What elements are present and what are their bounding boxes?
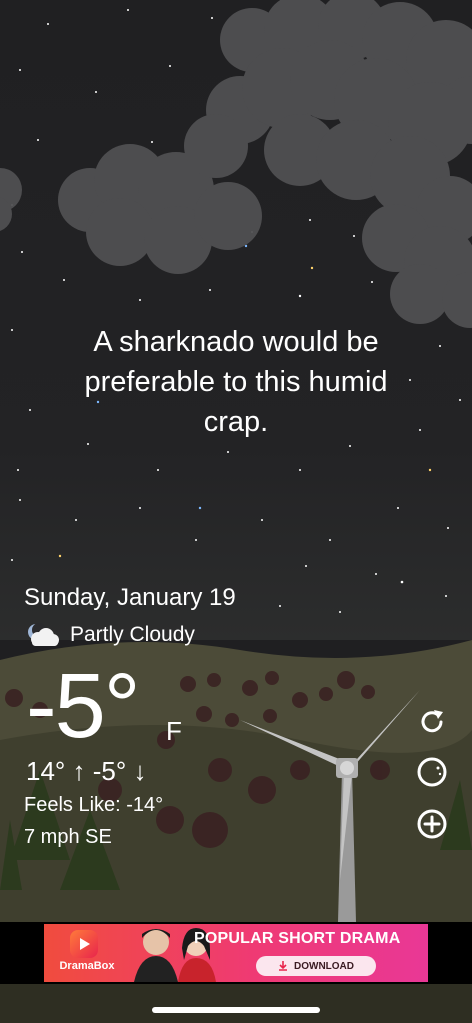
storm-clouds xyxy=(0,0,472,328)
partly-cloudy-night-icon xyxy=(28,623,59,646)
ad-title: POPULAR SHORT DRAMA xyxy=(194,930,401,947)
quote-line-1: A sharknado would be xyxy=(93,326,379,358)
banner-ad[interactable]: DramaBox POPULAR SHORT DRAMA DOWNLOAD xyxy=(44,924,428,982)
quote-line-2: preferable to this humid xyxy=(84,366,388,398)
temperature-unit: F xyxy=(166,716,182,746)
download-icon xyxy=(279,961,287,971)
feels-like: Feels Like: -14° xyxy=(24,794,164,816)
background-scene xyxy=(0,0,472,1023)
ad-brand: DramaBox xyxy=(59,960,115,972)
date-label: Sunday, January 19 xyxy=(24,584,236,611)
high-low-temperature: 14° ↑ -5° ↓ xyxy=(26,756,147,786)
wind-speed: 7 mph SE xyxy=(24,826,112,848)
play-icon xyxy=(70,930,98,958)
ad-logo: DramaBox xyxy=(52,930,118,978)
quote-line-3: crap. xyxy=(203,406,269,438)
ad-download-label: DOWNLOAD xyxy=(294,960,354,972)
current-temperature: -5° xyxy=(26,655,141,757)
ad-download-button[interactable]: DOWNLOAD xyxy=(256,956,376,976)
weather-quote: A sharknado would be preferable to this … xyxy=(40,322,432,442)
condition-row: Partly Cloudy xyxy=(24,620,195,650)
add-icon[interactable] xyxy=(416,808,448,840)
bottom-strip xyxy=(0,984,472,1023)
condition-text: Partly Cloudy xyxy=(70,623,195,646)
refresh-icon[interactable] xyxy=(416,706,448,738)
home-indicator[interactable] xyxy=(152,1007,320,1013)
moon-icon[interactable] xyxy=(416,756,448,788)
